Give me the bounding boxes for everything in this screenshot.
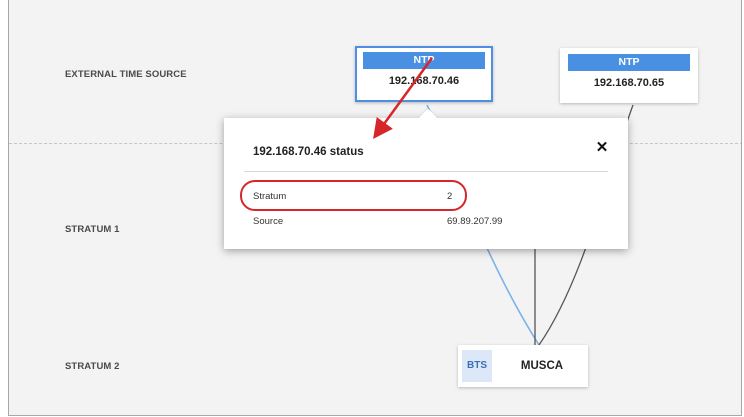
ntp-tag: NTP xyxy=(568,54,690,71)
bts-node-musca[interactable]: BTS MUSCA xyxy=(458,345,588,387)
ntp-node-2[interactable]: NTP 192.168.70.65 xyxy=(560,48,698,103)
popup-title: 192.168.70.46 status xyxy=(253,146,364,158)
ntp-tag: NTP xyxy=(363,52,485,69)
status-value: 69.89.207.99 xyxy=(447,216,503,227)
stratum-highlight-outline xyxy=(240,180,467,211)
bts-tag: BTS xyxy=(462,350,492,382)
close-icon[interactable]: ✕ xyxy=(594,140,610,156)
status-label: Source xyxy=(253,216,284,227)
bts-name: MUSCA xyxy=(520,360,564,372)
popup-divider xyxy=(244,171,608,172)
ntp-address: 192.168.70.46 xyxy=(388,75,460,87)
ntp-node-1[interactable]: NTP 192.168.70.46 xyxy=(355,46,493,102)
ntp-address: 192.168.70.65 xyxy=(593,77,665,89)
